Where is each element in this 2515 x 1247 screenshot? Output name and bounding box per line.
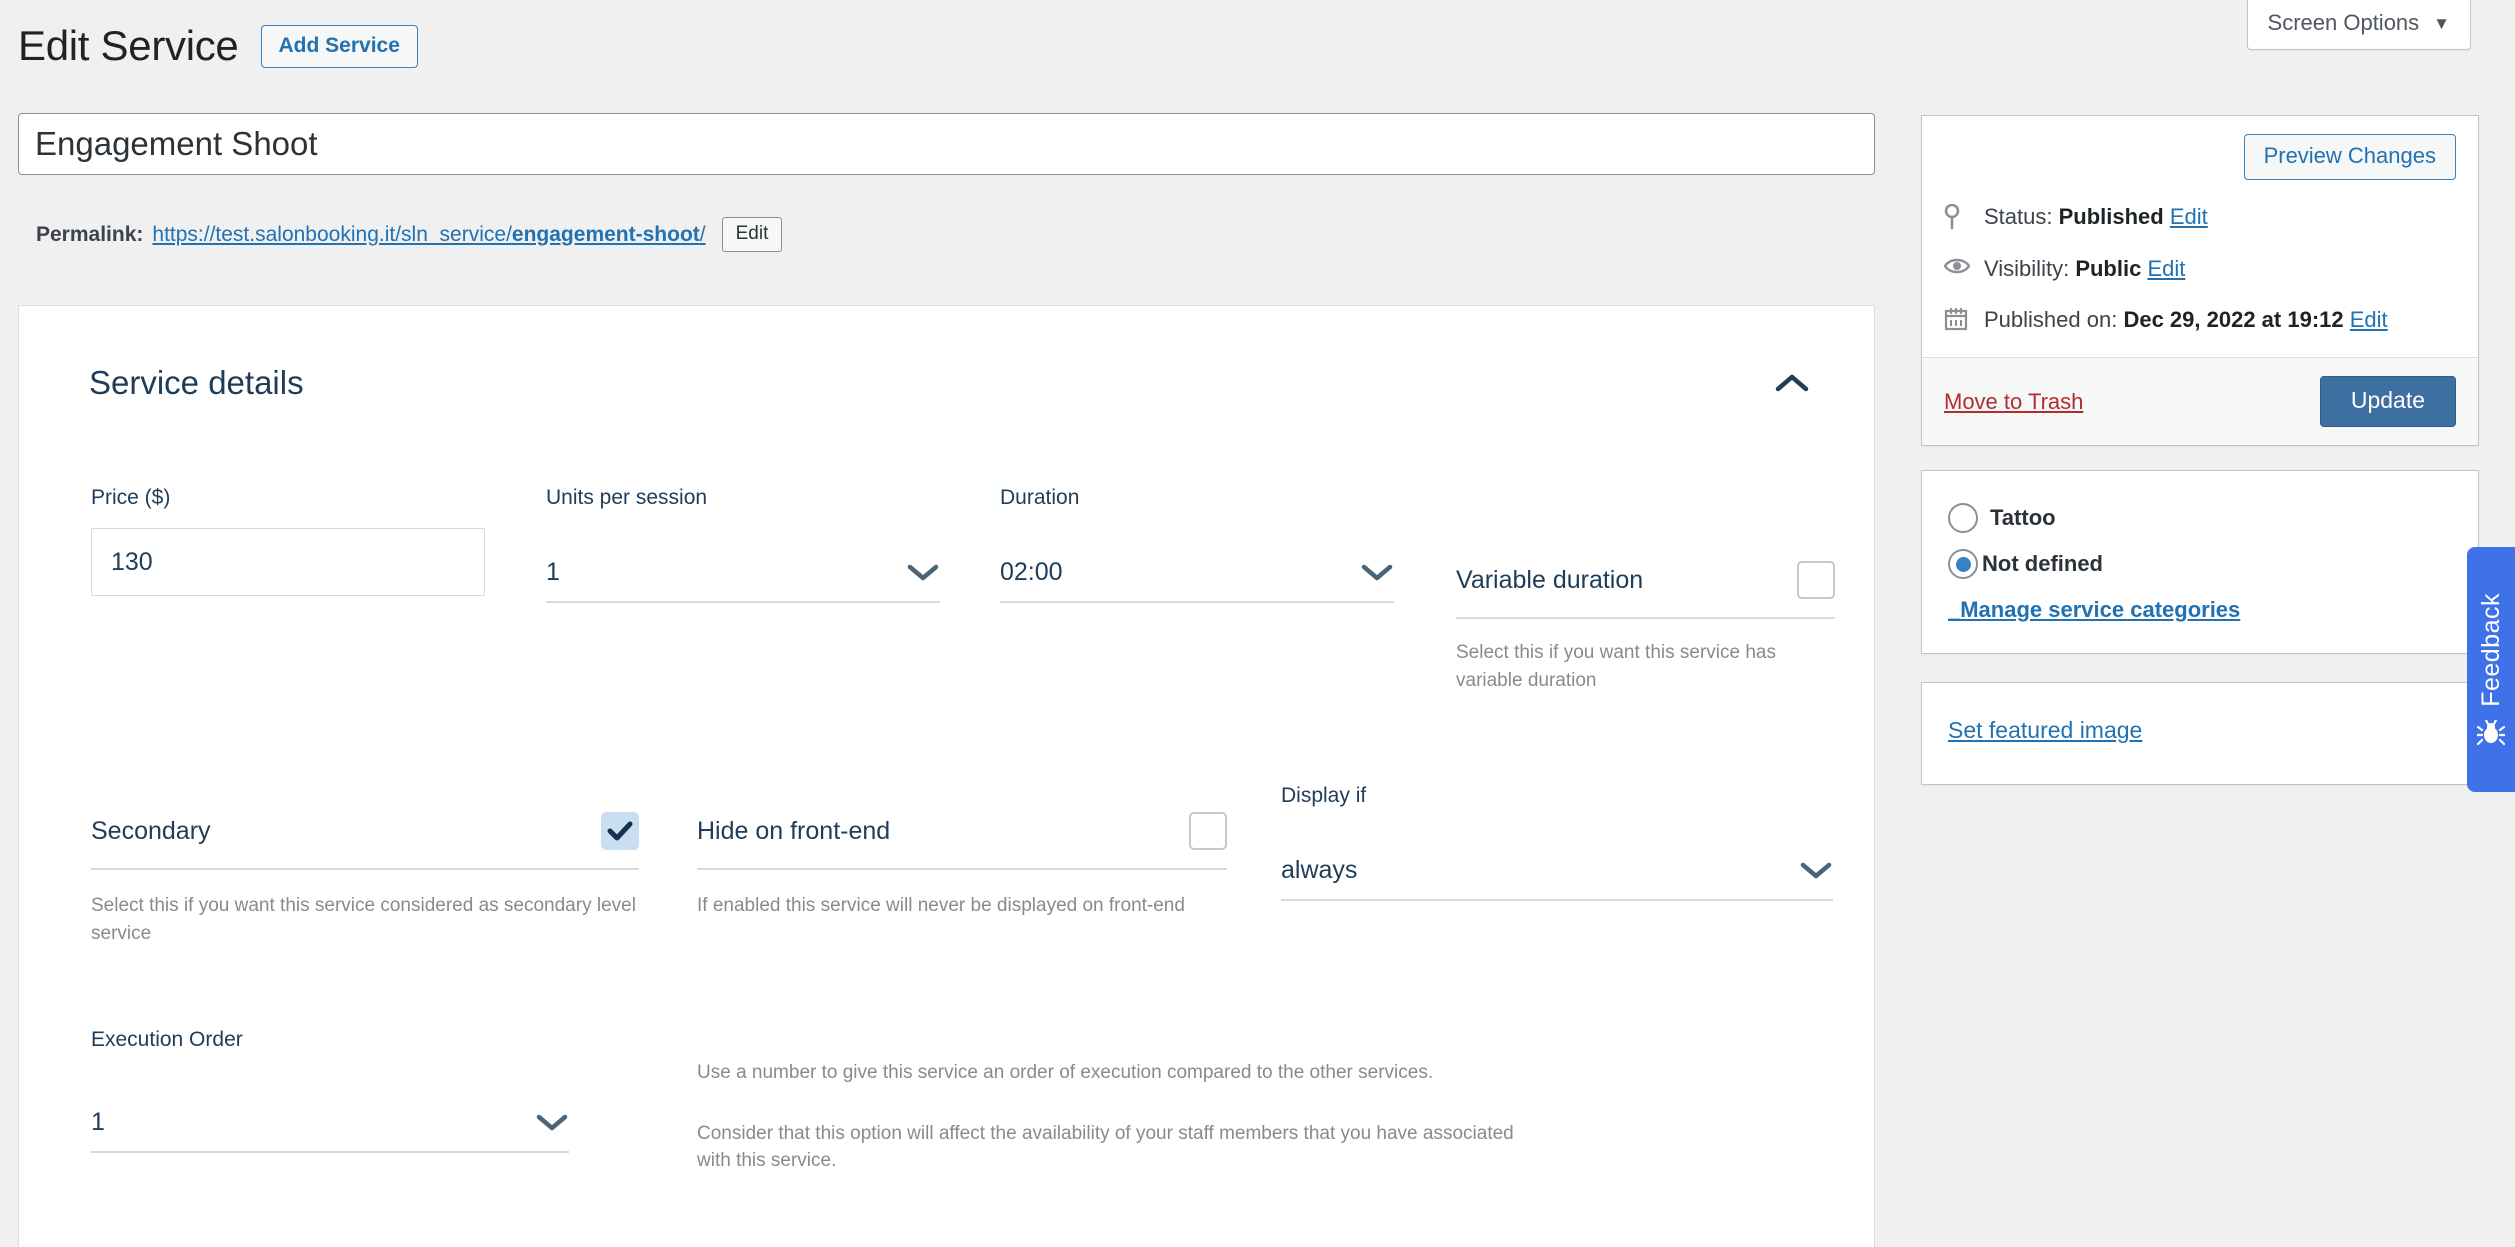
variable-duration-row[interactable]: Variable duration: [1456, 561, 1835, 619]
duration-value: 02:00: [1000, 558, 1063, 586]
feedback-tab[interactable]: Feedback: [2467, 547, 2515, 792]
set-featured-image-link[interactable]: Set featured image: [1948, 717, 2142, 743]
display-if-label: Display if: [1281, 784, 1367, 807]
units-select[interactable]: 1: [546, 558, 940, 603]
variable-duration-label: Variable duration: [1456, 565, 1644, 594]
service-categories-box: Tattoo Not defined _Manage service categ…: [1921, 470, 2479, 655]
execution-order-group: Execution Order 1: [91, 1028, 569, 1153]
published-on-label: Published on:: [1984, 307, 2118, 333]
panel-title: Service details: [89, 364, 304, 401]
status-text: Status: Published Edit: [1984, 202, 2208, 232]
permalink-row: Permalink: https://test.salonbooking.it/…: [36, 217, 783, 252]
status-edit-link[interactable]: Edit: [2170, 204, 2208, 229]
visibility-value: Public: [2075, 255, 2142, 281]
secondary-checkbox[interactable]: [601, 812, 639, 850]
category-option-not-defined[interactable]: Not defined: [1948, 549, 2452, 580]
hide-front-end-row[interactable]: Hide on front-end: [697, 812, 1227, 870]
execution-order-value: 1: [91, 1108, 105, 1136]
chevron-down-icon: [1799, 860, 1833, 885]
radio-icon[interactable]: [1948, 503, 1978, 534]
add-service-button[interactable]: Add Service: [260, 24, 418, 68]
page-title: Edit Service: [18, 22, 239, 69]
bug-icon: [2477, 720, 2505, 746]
chevron-up-icon[interactable]: [1775, 373, 1809, 393]
chevron-down-icon: [906, 562, 940, 587]
duration-label: Duration: [1000, 486, 1080, 509]
category-label: Tattoo: [1990, 505, 2056, 531]
variable-duration-checkbox[interactable]: [1797, 561, 1835, 599]
display-if-group: Display if always: [1281, 784, 1833, 901]
hide-front-end-checkbox[interactable]: [1189, 812, 1227, 850]
duration-field-group: Duration 02:00: [1000, 486, 1394, 603]
move-to-trash-link[interactable]: Move to Trash: [1944, 389, 2083, 415]
hide-front-end-label: Hide on front-end: [697, 816, 891, 845]
secondary-help: Select this if you want this service con…: [91, 895, 636, 944]
permalink-trailing-slash: /: [699, 222, 706, 246]
published-on-text: Published on: Dec 29, 2022 at 19:12 Edit: [1984, 305, 2388, 335]
permalink-base: https://test.salonbooking.it/sln_service…: [152, 222, 512, 246]
chevron-down-icon: ▼: [2433, 13, 2450, 33]
price-input[interactable]: [91, 528, 485, 596]
secondary-row[interactable]: Secondary: [91, 812, 639, 870]
chevron-down-icon: [535, 1112, 569, 1137]
status-label: Status:: [1984, 204, 2053, 229]
permalink-link[interactable]: https://test.salonbooking.it/sln_service…: [152, 223, 705, 247]
permalink-label: Permalink:: [36, 222, 144, 246]
execution-order-select[interactable]: 1: [91, 1108, 569, 1153]
eye-icon: [1944, 254, 1970, 276]
units-field-group: Units per session 1: [546, 486, 940, 603]
visibility-row: Visibility: Public Edit: [1944, 254, 2456, 284]
variable-duration-group: Variable duration Select this if you wan…: [1456, 561, 1835, 694]
page-header: Edit Service Add Service: [18, 22, 418, 70]
category-option-tattoo[interactable]: Tattoo: [1948, 503, 2452, 534]
secondary-group: Secondary Select this if you want this s…: [91, 812, 639, 947]
units-value: 1: [546, 558, 560, 586]
execution-order-help-1: Use a number to give this service an ord…: [697, 1062, 1434, 1083]
admin-page: Screen Options ▼ Edit Service Add Servic…: [0, 0, 2515, 1247]
execution-order-label: Execution Order: [91, 1028, 243, 1051]
execution-order-help-2: Consider that this option will affect th…: [697, 1122, 1514, 1172]
published-on-row: Published on: Dec 29, 2022 at 19:12 Edit: [1944, 305, 2456, 335]
visibility-label: Visibility:: [1984, 255, 2070, 281]
visibility-text: Visibility: Public Edit: [1984, 254, 2185, 284]
service-title-input[interactable]: [18, 113, 1875, 175]
calendar-icon: [1944, 305, 1970, 331]
units-label: Units per session: [546, 486, 708, 509]
execution-order-help-group: Use a number to give this service an ord…: [697, 1059, 1537, 1175]
visibility-edit-link[interactable]: Edit: [2147, 256, 2185, 281]
screen-options-button[interactable]: Screen Options ▼: [2246, 0, 2471, 50]
status-row: Status: Published Edit: [1944, 202, 2456, 232]
hide-front-end-help: If enabled this service will never be di…: [697, 895, 1185, 916]
screen-options-label: Screen Options: [2267, 10, 2420, 35]
manage-service-categories-link[interactable]: _Manage service categories: [1948, 597, 2240, 623]
update-button[interactable]: Update: [2319, 376, 2456, 428]
category-label: Not defined: [1982, 551, 2103, 577]
publish-box: Preview Changes Status: Published Edit V…: [1921, 115, 2479, 447]
price-label: Price ($): [91, 486, 171, 509]
sidebar: Preview Changes Status: Published Edit V…: [1921, 115, 2479, 786]
permalink-slug: engagement-shoot: [511, 222, 700, 246]
service-details-panel: Service details Price ($) Units per sess…: [18, 305, 1875, 1247]
secondary-label: Secondary: [91, 816, 211, 845]
permalink-edit-button[interactable]: Edit: [721, 217, 783, 252]
pin-icon: [1944, 202, 1970, 230]
status-value: Published: [2058, 204, 2164, 229]
featured-image-box: Set featured image: [1921, 682, 2479, 786]
duration-select[interactable]: 02:00: [1000, 558, 1394, 603]
chevron-down-icon: [1360, 562, 1394, 587]
publish-actions: Move to Trash Update: [1922, 357, 2478, 446]
preview-changes-button[interactable]: Preview Changes: [2243, 134, 2456, 180]
feedback-label: Feedback: [2476, 592, 2505, 707]
price-field-group: Price ($): [91, 486, 485, 596]
radio-icon[interactable]: [1948, 549, 1978, 580]
display-if-value: always: [1281, 856, 1358, 884]
display-if-select[interactable]: always: [1281, 856, 1833, 901]
published-on-edit-link[interactable]: Edit: [2350, 307, 2388, 332]
published-on-value: Dec 29, 2022 at 19:12: [2123, 307, 2344, 333]
panel-header: Service details: [89, 364, 1809, 402]
variable-duration-help: Select this if you want this service has…: [1456, 642, 1776, 691]
hide-front-end-group: Hide on front-end If enabled this servic…: [697, 812, 1227, 920]
